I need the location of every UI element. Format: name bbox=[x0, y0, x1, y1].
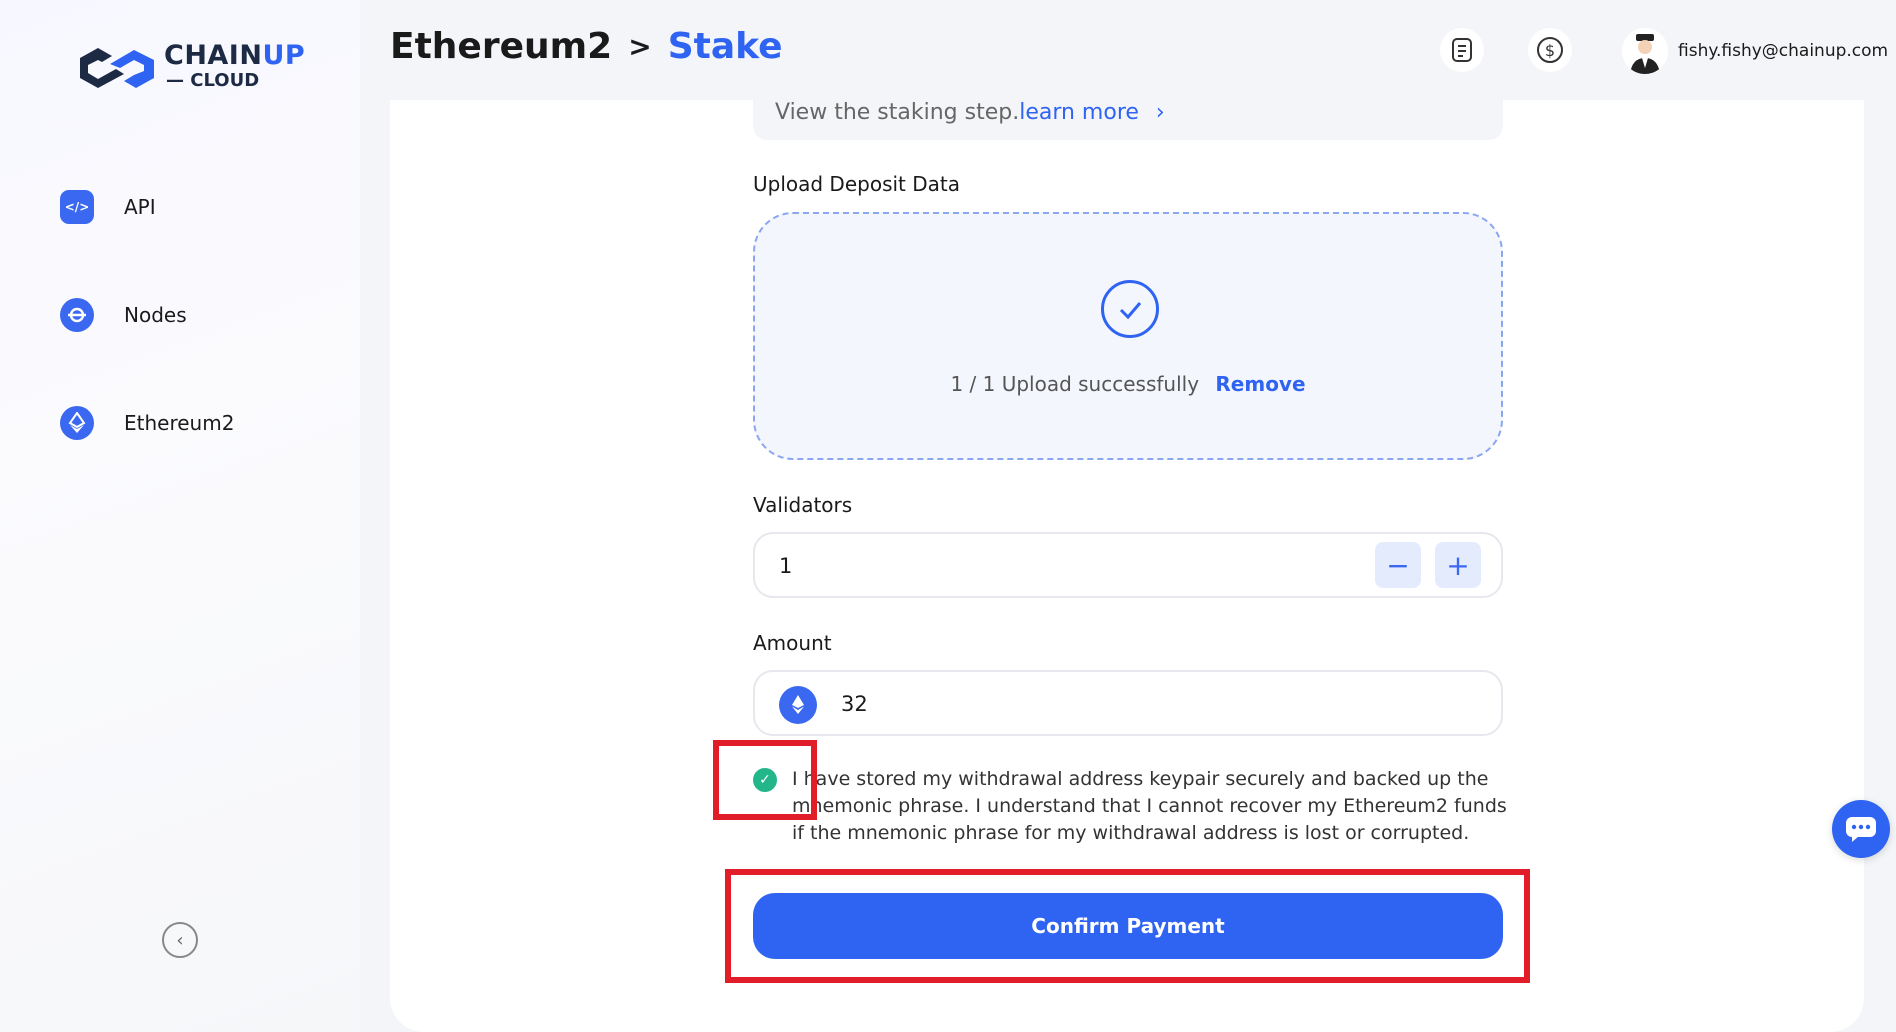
chainup-logo-icon bbox=[80, 48, 154, 88]
amount-value: 32 bbox=[841, 692, 868, 716]
minus-icon: − bbox=[1386, 548, 1410, 582]
validators-label: Validators bbox=[753, 493, 853, 517]
collapse-sidebar-button[interactable]: ‹ bbox=[162, 922, 198, 958]
sidebar-item-nodes[interactable]: Nodes bbox=[60, 298, 187, 332]
upload-status: 1 / 1 Upload successfully Remove bbox=[755, 372, 1501, 396]
document-icon bbox=[1452, 38, 1472, 62]
breadcrumb-current: Stake bbox=[667, 26, 783, 67]
plus-icon: + bbox=[1446, 548, 1470, 582]
validators-stepper[interactable]: 1 − + bbox=[753, 532, 1503, 598]
ethereum-icon bbox=[60, 406, 94, 440]
decrement-button[interactable]: − bbox=[1375, 542, 1421, 588]
validators-value[interactable]: 1 bbox=[779, 554, 792, 578]
increment-button[interactable]: + bbox=[1435, 542, 1481, 588]
upload-dropzone[interactable]: 1 / 1 Upload successfully Remove bbox=[753, 212, 1503, 460]
amount-label: Amount bbox=[753, 631, 832, 655]
svg-text:$: $ bbox=[1545, 41, 1555, 60]
nodes-icon bbox=[60, 298, 94, 332]
chat-support-button[interactable] bbox=[1832, 800, 1890, 858]
upload-status-text: 1 / 1 Upload successfully bbox=[950, 372, 1200, 396]
highlight-confirm-box bbox=[725, 869, 1530, 983]
billing-button[interactable]: $ bbox=[1528, 28, 1572, 72]
sidebar: CHAINUP — CLOUD </> API Nodes Ethereum2 … bbox=[0, 0, 360, 1032]
staking-hint: View the staking step.learn more › bbox=[753, 84, 1503, 140]
sidebar-item-ethereum2[interactable]: Ethereum2 bbox=[60, 406, 234, 440]
breadcrumb-parent[interactable]: Ethereum2 bbox=[390, 26, 612, 67]
breadcrumb-separator: > bbox=[628, 30, 652, 63]
ethereum-icon bbox=[779, 686, 817, 724]
check-circle-icon bbox=[1101, 280, 1159, 338]
user-menu[interactable]: fishy.fishy@chainup.com ▼ bbox=[1622, 28, 1896, 74]
user-email: fishy.fishy@chainup.com bbox=[1678, 41, 1889, 61]
learn-more-link[interactable]: learn more bbox=[1019, 100, 1139, 125]
chevron-right-icon: › bbox=[1155, 100, 1165, 125]
sidebar-item-label: Nodes bbox=[124, 303, 187, 327]
chainup-logo[interactable]: CHAINUP — CLOUD bbox=[76, 40, 305, 92]
sidebar-item-api[interactable]: </> API bbox=[60, 190, 156, 224]
chat-icon bbox=[1846, 817, 1876, 842]
hint-text: View the staking step. bbox=[775, 100, 1020, 125]
remove-upload-link[interactable]: Remove bbox=[1215, 372, 1305, 396]
highlight-checkbox-box bbox=[713, 740, 817, 820]
upload-label: Upload Deposit Data bbox=[753, 172, 961, 196]
dollar-icon: $ bbox=[1537, 37, 1563, 63]
breadcrumb: Ethereum2 > Stake bbox=[390, 26, 783, 67]
chevron-left-icon: ‹ bbox=[176, 929, 184, 951]
agreement-text: I have stored my withdrawal address keyp… bbox=[792, 768, 1507, 844]
amount-field[interactable]: 32 bbox=[753, 670, 1503, 736]
sidebar-item-label: Ethereum2 bbox=[124, 411, 235, 435]
document-button[interactable] bbox=[1440, 28, 1484, 72]
sidebar-item-label: API bbox=[124, 195, 156, 219]
code-icon: </> bbox=[60, 190, 94, 224]
avatar bbox=[1622, 28, 1668, 74]
